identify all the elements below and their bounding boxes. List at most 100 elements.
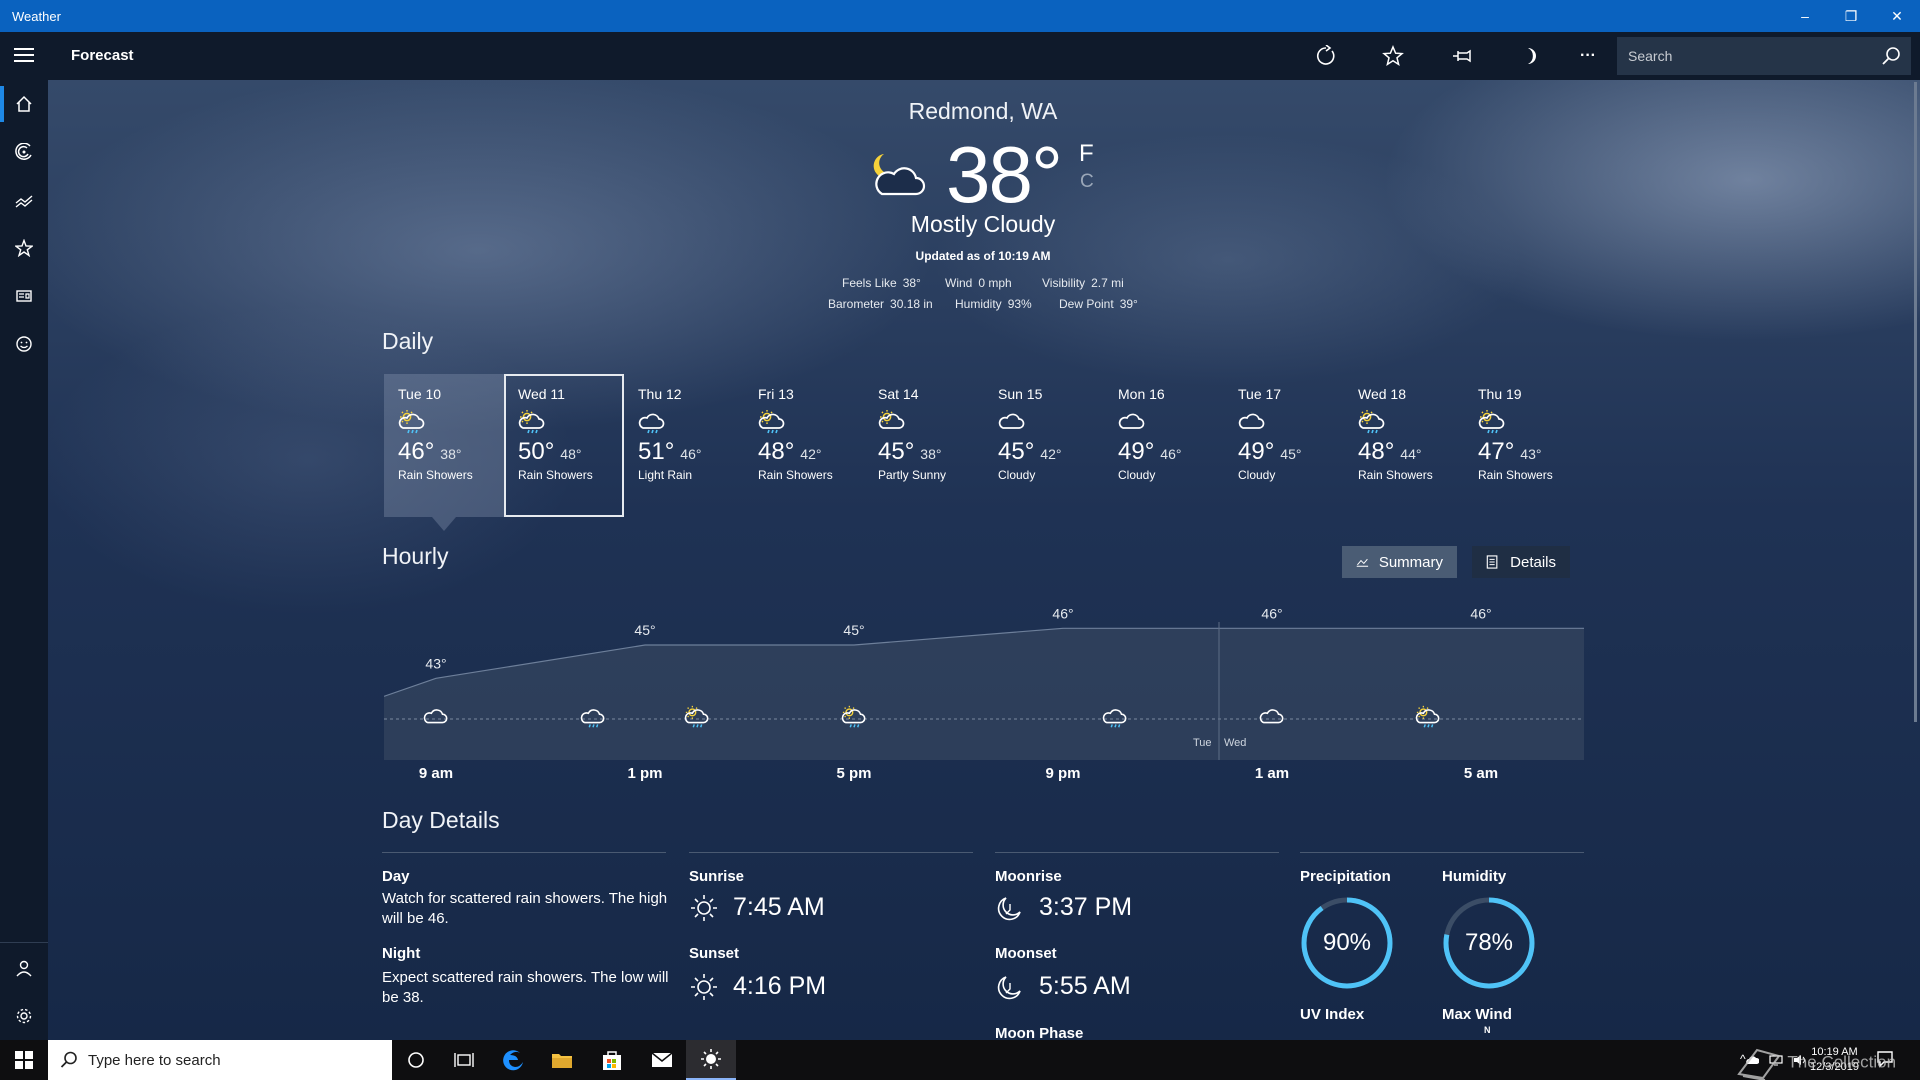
windows-start-icon[interactable] <box>0 1040 48 1080</box>
daily-card-condition: Cloudy <box>1238 468 1276 482</box>
details-divider-2 <box>689 852 973 853</box>
mail-icon[interactable] <box>638 1040 686 1080</box>
sunrise-time: 7:45 AM <box>733 893 825 921</box>
daily-card-low: 43° <box>1520 446 1542 462</box>
pin-icon[interactable] <box>1444 40 1480 72</box>
daily-card-condition: Partly Sunny <box>878 468 947 482</box>
daily-card[interactable]: Thu 12 51° 46° Light Rain <box>624 374 744 517</box>
daily-card-condition: Rain Showers <box>758 468 833 482</box>
cloud-icon <box>998 408 1090 434</box>
daily-card-day: Wed 18 <box>1358 386 1406 402</box>
minimize-button[interactable]: – <box>1782 0 1828 32</box>
day-summary: Watch for scattered rain showers. The hi… <box>382 890 668 927</box>
obs-humidity: Humidity 93% <box>955 297 1032 311</box>
cloud-icon <box>1238 408 1330 434</box>
partly-sunny-rain-icon <box>518 408 610 434</box>
daily-card-condition: Light Rain <box>638 468 693 482</box>
day-label: Day <box>382 868 410 885</box>
daily-card-condition: Rain Showers <box>398 468 473 482</box>
sunset-time: 4:16 PM <box>733 972 827 1000</box>
hourly-time-label: 5 pm <box>836 765 872 782</box>
sidebar-item-account[interactable] <box>0 944 48 992</box>
moonrise-icon <box>997 897 1021 921</box>
taskbar-search-input[interactable] <box>48 1051 348 1069</box>
details-toggle[interactable]: Details <box>1472 546 1570 578</box>
daily-card-low: 42° <box>1040 446 1062 462</box>
daily-card-high: 48° <box>758 438 795 465</box>
max-wind-label: Max Wind <box>1442 1006 1512 1023</box>
title-bar: Weather – ❐ ✕ <box>0 0 1920 32</box>
partly-cloudy-night-icon <box>873 154 926 196</box>
refresh-icon[interactable] <box>1308 40 1344 72</box>
daily-card-condition: Rain Showers <box>1358 468 1433 482</box>
daily-card[interactable]: Wed 11 50° 48° Rain Showers <box>504 374 624 517</box>
file-explorer-icon[interactable] <box>538 1040 586 1080</box>
hourly-temp-label: 45° <box>634 622 655 638</box>
partly-sunny-rain-icon <box>398 408 490 434</box>
humidity-label: Humidity <box>1442 868 1507 885</box>
daily-card[interactable]: Fri 13 48° 42° Rain Showers <box>744 374 864 517</box>
sunset-icon <box>691 974 717 1000</box>
daily-card[interactable]: Tue 17 49° 45° Cloudy <box>1224 374 1344 517</box>
daily-card-low: 42° <box>800 446 822 462</box>
scrollbar[interactable] <box>1914 82 1917 722</box>
details-divider-3 <box>995 852 1279 853</box>
day-details-heading: Day Details <box>382 807 500 833</box>
search-box[interactable] <box>1617 37 1911 75</box>
cortana-icon[interactable] <box>392 1040 440 1080</box>
sidebar-item-maps[interactable] <box>0 128 48 176</box>
sidebar-item-news[interactable] <box>0 272 48 320</box>
sunrise-icon <box>691 895 717 921</box>
daily-card-day: Thu 19 <box>1478 386 1522 402</box>
more-options-button[interactable]: ··· <box>1570 40 1606 72</box>
summary-toggle[interactable]: Summary <box>1342 546 1457 578</box>
obs-dew-point: Dew Point 39° <box>1059 297 1138 311</box>
daily-card[interactable]: Thu 19 47° 43° Rain Showers <box>1464 374 1584 517</box>
daily-card-low: 38° <box>440 446 462 462</box>
favorite-star-icon[interactable] <box>1375 40 1411 72</box>
partly-sunny-rain-icon <box>1358 408 1450 434</box>
daily-card-condition: Cloudy <box>1118 468 1156 482</box>
daily-card-high: 49° <box>1118 438 1155 465</box>
hourly-temp-label: 45° <box>843 622 864 638</box>
hourly-temp-label: 46° <box>1261 605 1282 621</box>
task-view-icon[interactable] <box>440 1040 488 1080</box>
night-summary: Expect scattered rain showers. The low w… <box>382 969 669 1006</box>
daily-card-high: 46° <box>398 438 435 465</box>
edge-browser-icon[interactable] <box>490 1040 538 1080</box>
daily-card[interactable]: Mon 16 49° 46° Cloudy <box>1104 374 1224 517</box>
moon-icon[interactable] <box>1512 40 1548 72</box>
daily-card-low: 48° <box>560 446 582 462</box>
weather-app-icon[interactable] <box>686 1040 736 1080</box>
restore-button[interactable]: ❐ <box>1828 0 1874 32</box>
store-icon[interactable] <box>588 1040 636 1080</box>
search-icon[interactable] <box>1881 46 1901 71</box>
chart-icon <box>15 195 33 208</box>
sidebar-item-feedback[interactable] <box>0 320 48 368</box>
daily-card[interactable]: Sat 14 45° 38° Partly Sunny <box>864 374 984 517</box>
precipitation-label: Precipitation <box>1300 868 1391 885</box>
gear-icon <box>16 1008 32 1024</box>
daily-card[interactable]: Sun 15 45° 42° Cloudy <box>984 374 1104 517</box>
hourly-temp-label: 46° <box>1470 605 1491 621</box>
daily-card-high: 45° <box>998 438 1035 465</box>
day-split-prev: Tue <box>1193 737 1212 749</box>
daily-card[interactable]: Wed 18 48° 44° Rain Showers <box>1344 374 1464 517</box>
updated-time: Updated as of 10:19 AM <box>915 249 1051 263</box>
radar-icon <box>15 143 32 160</box>
sidebar-item-settings[interactable] <box>0 992 48 1040</box>
wind-direction: N <box>1484 1025 1491 1035</box>
rain-icon <box>638 408 730 434</box>
daily-card[interactable]: Tue 10 46° 38° Rain Showers <box>384 374 504 517</box>
night-label: Night <box>382 945 421 962</box>
taskbar-search-box[interactable] <box>48 1040 392 1080</box>
hamburger-menu-icon[interactable] <box>10 44 38 68</box>
close-button[interactable]: ✕ <box>1874 0 1920 32</box>
daily-card-low: 38° <box>920 446 942 462</box>
obs-barometer: Barometer 30.18 in <box>828 297 933 311</box>
unit-fahrenheit[interactable]: F <box>1079 140 1094 168</box>
unit-celsius[interactable]: C <box>1080 171 1094 193</box>
location-name: Redmond, WA <box>908 98 1058 124</box>
search-input[interactable] <box>1617 48 1867 64</box>
daily-card-high: 51° <box>638 438 675 465</box>
